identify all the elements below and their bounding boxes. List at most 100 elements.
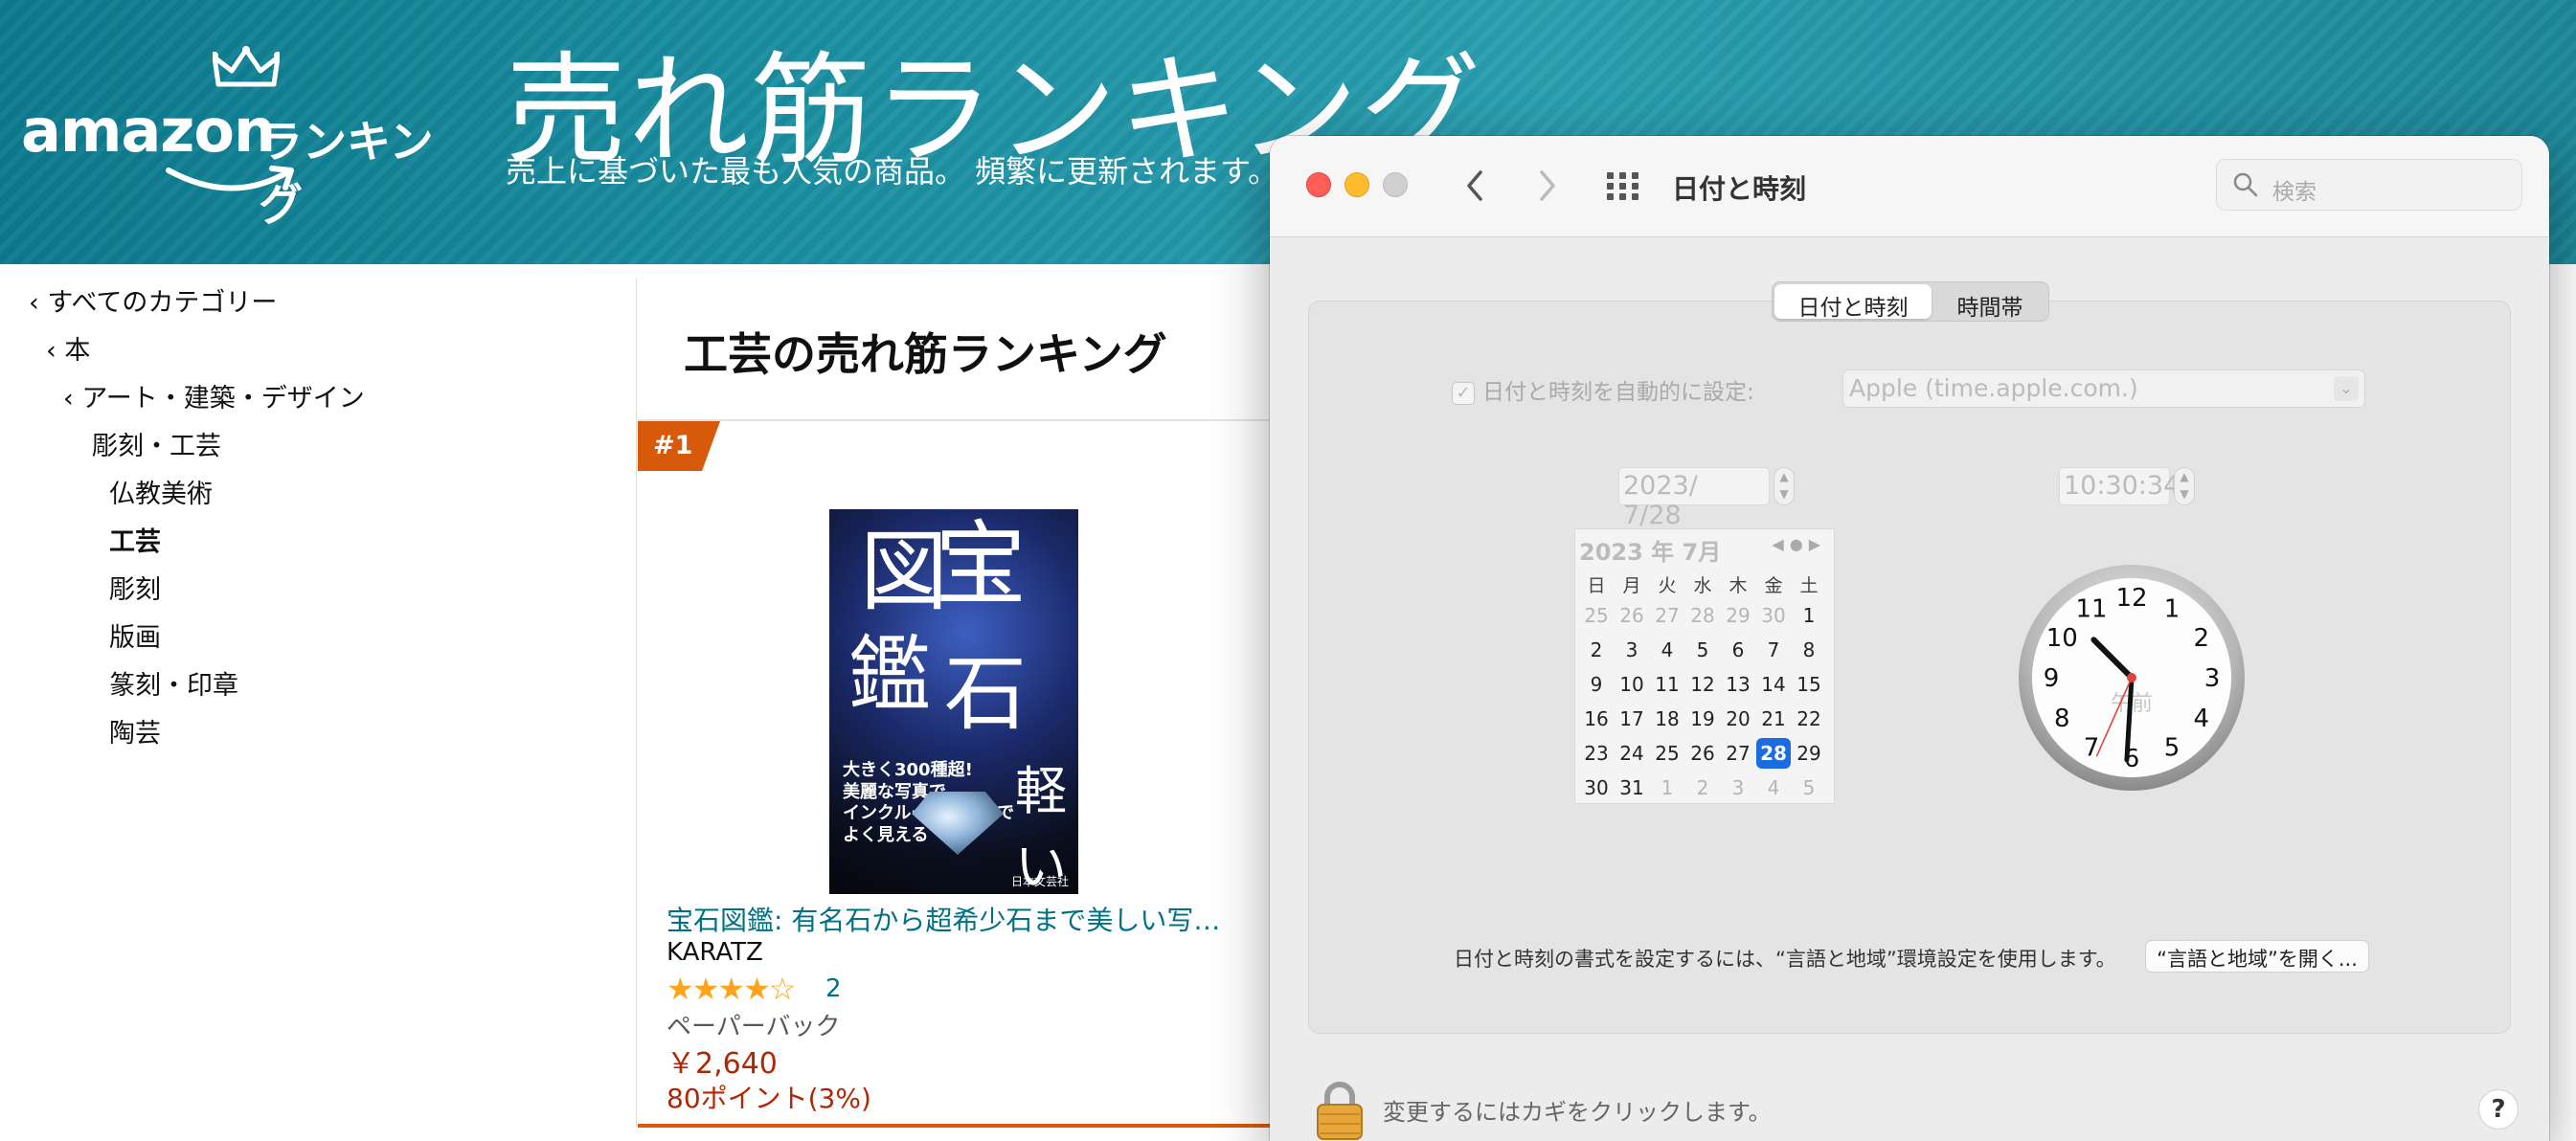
category-art-architecture-design[interactable]: ‹ アート・建築・デザイン <box>63 377 365 414</box>
product-price: ￥2,640 <box>667 1047 778 1081</box>
open-language-region-button[interactable]: “言語と地域”を開く... <box>2145 940 2369 973</box>
date-stepper[interactable]: ▲ ▼ <box>1774 467 1795 505</box>
help-button[interactable]: ? <box>2478 1089 2519 1130</box>
calendar-day[interactable]: 14 <box>1756 669 1791 700</box>
calendar-weekday: 土 <box>1799 575 1819 596</box>
auto-set-checkbox[interactable]: ✓ <box>1452 381 1475 405</box>
calendar-day[interactable]: 1 <box>1650 772 1684 803</box>
calendar-day[interactable]: 17 <box>1615 704 1649 734</box>
tab-date-time[interactable]: 日付と時刻 <box>1774 284 1932 321</box>
category-books[interactable]: ‹ 本 <box>46 329 90 367</box>
calendar-weekday: 月 <box>1622 575 1641 596</box>
time-server-select[interactable]: Apple (time.apple.com.) ⌄ <box>1842 369 2365 408</box>
window-title: 日付と時刻 <box>1672 173 1807 205</box>
clock-numeral: 4 <box>2193 705 2209 733</box>
category-ceramics[interactable]: 陶芸 <box>109 712 161 749</box>
calendar-day[interactable]: 9 <box>1579 669 1614 700</box>
category-sculpture-crafts[interactable]: 彫刻・工芸 <box>92 425 221 462</box>
cover-char-2: 宝 <box>935 511 1027 618</box>
lock-icon[interactable] <box>1314 1080 1366 1141</box>
calendar-day[interactable]: 8 <box>1792 635 1826 665</box>
calendar-weekday: 水 <box>1693 575 1712 596</box>
calendar-day[interactable]: 12 <box>1685 669 1720 700</box>
close-button[interactable] <box>1306 172 1331 197</box>
calendar-day[interactable]: 25 <box>1650 738 1684 769</box>
calendar-day[interactable]: 29 <box>1721 600 1755 631</box>
sidebar-divider <box>636 278 637 1128</box>
search-field[interactable]: 検索 <box>2216 159 2522 211</box>
calendar-day[interactable]: 19 <box>1685 704 1720 734</box>
product-cover-image[interactable]: 図 宝 鑑 石 大きく300種超! 美麗な写真で インクルージョンまで よく見え… <box>829 509 1078 894</box>
clock-numeral: 9 <box>2044 664 2060 693</box>
time-field[interactable]: 10:30:34 <box>2059 467 2180 505</box>
calendar-day[interactable]: 26 <box>1685 738 1720 769</box>
calendar-day[interactable]: 26 <box>1615 600 1649 631</box>
calendar-day[interactable]: 29 <box>1792 738 1826 769</box>
forward-chevron-icon[interactable] <box>1532 167 1561 205</box>
calendar-day[interactable]: 31 <box>1615 772 1649 803</box>
calendar-day[interactable]: 28 <box>1685 600 1720 631</box>
calendar-day[interactable]: 5 <box>1792 772 1826 803</box>
calendar-day[interactable]: 2 <box>1685 772 1720 803</box>
format-note: 日付と時刻の書式を設定するには、“言語と地域”環境設定を使用します。 <box>1454 948 2116 971</box>
calendar-day[interactable]: 21 <box>1756 704 1791 734</box>
category-sculpture[interactable]: 彫刻 <box>109 569 161 606</box>
calendar-day[interactable]: 27 <box>1650 600 1684 631</box>
calendar-day[interactable]: 11 <box>1650 669 1684 700</box>
auto-set-row: ✓ 日付と時刻を自動的に設定: <box>1452 373 1754 406</box>
zoom-button[interactable] <box>1383 172 1408 197</box>
clock-numeral: 3 <box>2204 664 2221 693</box>
calendar-day[interactable]: 30 <box>1756 600 1791 631</box>
calendar-day[interactable]: 23 <box>1579 738 1614 769</box>
calendar-day[interactable]: 16 <box>1579 704 1614 734</box>
lock-text: 変更するにはカギをクリックします。 <box>1383 1099 1772 1126</box>
tab-time-zone[interactable]: 時間帯 <box>1933 284 2046 321</box>
amazon-ranking-logo[interactable]: amazon ランキング <box>21 46 471 231</box>
calendar-day[interactable]: 6 <box>1721 635 1755 665</box>
minimize-button[interactable] <box>1344 172 1369 197</box>
back-chevron-icon[interactable] <box>1461 167 1490 205</box>
category-buddhist-art[interactable]: 仏教美術 <box>109 473 213 510</box>
clock-numeral: 5 <box>2164 734 2181 763</box>
product-title-link[interactable]: 宝石図鑑: 有名石から超希少石まで美しい写… <box>667 900 1220 938</box>
calendar-day[interactable]: 30 <box>1579 772 1614 803</box>
calendar-day[interactable]: 2 <box>1579 635 1614 665</box>
category-sidebar: ‹ すべてのカテゴリー ‹ 本 ‹ アート・建築・デザイン 彫刻・工芸 仏教美術… <box>0 264 636 1128</box>
calendar-day[interactable]: 27 <box>1721 738 1755 769</box>
calendar-day[interactable]: 22 <box>1792 704 1826 734</box>
calendar-day[interactable]: 20 <box>1721 704 1755 734</box>
calendar-day[interactable]: 7 <box>1756 635 1791 665</box>
calendar-day[interactable]: 4 <box>1650 635 1684 665</box>
time-stepper[interactable]: ▲ ▼ <box>2174 467 2195 505</box>
category-seal-carving[interactable]: 篆刻・印章 <box>109 664 238 702</box>
calendar: 2023 年 7月 ◀●▶ 日月火水木金土 25 26 27 28 29 30 1 2 3 4 5 6 7… <box>1574 528 1835 804</box>
calendar-day[interactable]: 3 <box>1615 635 1649 665</box>
calendar-weekday: 火 <box>1658 575 1677 596</box>
calendar-day[interactable]: 1 <box>1792 600 1826 631</box>
category-all[interactable]: ‹ すべてのカテゴリー <box>29 281 277 319</box>
calendar-day[interactable]: 15 <box>1792 669 1826 700</box>
auto-set-label: 日付と時刻を自動的に設定: <box>1482 380 1754 405</box>
calendar-day[interactable]: 10 <box>1615 669 1649 700</box>
clock-center <box>2127 673 2136 682</box>
calendar-day[interactable]: 18 <box>1650 704 1684 734</box>
calendar-day[interactable]: 24 <box>1615 738 1649 769</box>
smile-arrow-icon <box>166 166 294 191</box>
calendar-day[interactable]: 3 <box>1721 772 1755 803</box>
logo-word: amazon <box>21 96 276 166</box>
clock-numeral: 7 <box>2084 734 2100 763</box>
show-all-grid-icon[interactable] <box>1607 172 1639 201</box>
star-rating[interactable]: ★★★★☆ <box>667 971 796 1007</box>
calendar-day[interactable]: 5 <box>1685 635 1720 665</box>
date-field[interactable]: 2023/ 7/28 <box>1618 467 1770 530</box>
rating-count-link[interactable]: 2 <box>825 974 842 1003</box>
calendar-day[interactable]: 25 <box>1579 600 1614 631</box>
calendar-weekday: 木 <box>1729 575 1748 596</box>
clock-numeral: 1 <box>2164 594 2181 623</box>
category-prints[interactable]: 版画 <box>109 616 161 654</box>
category-crafts-current: 工芸 <box>109 527 161 557</box>
calendar-day[interactable]: 28 <box>1756 738 1791 769</box>
calendar-nav-icons[interactable]: ◀●▶ <box>1772 535 1826 553</box>
calendar-day[interactable]: 13 <box>1721 669 1755 700</box>
calendar-day[interactable]: 4 <box>1756 772 1791 803</box>
